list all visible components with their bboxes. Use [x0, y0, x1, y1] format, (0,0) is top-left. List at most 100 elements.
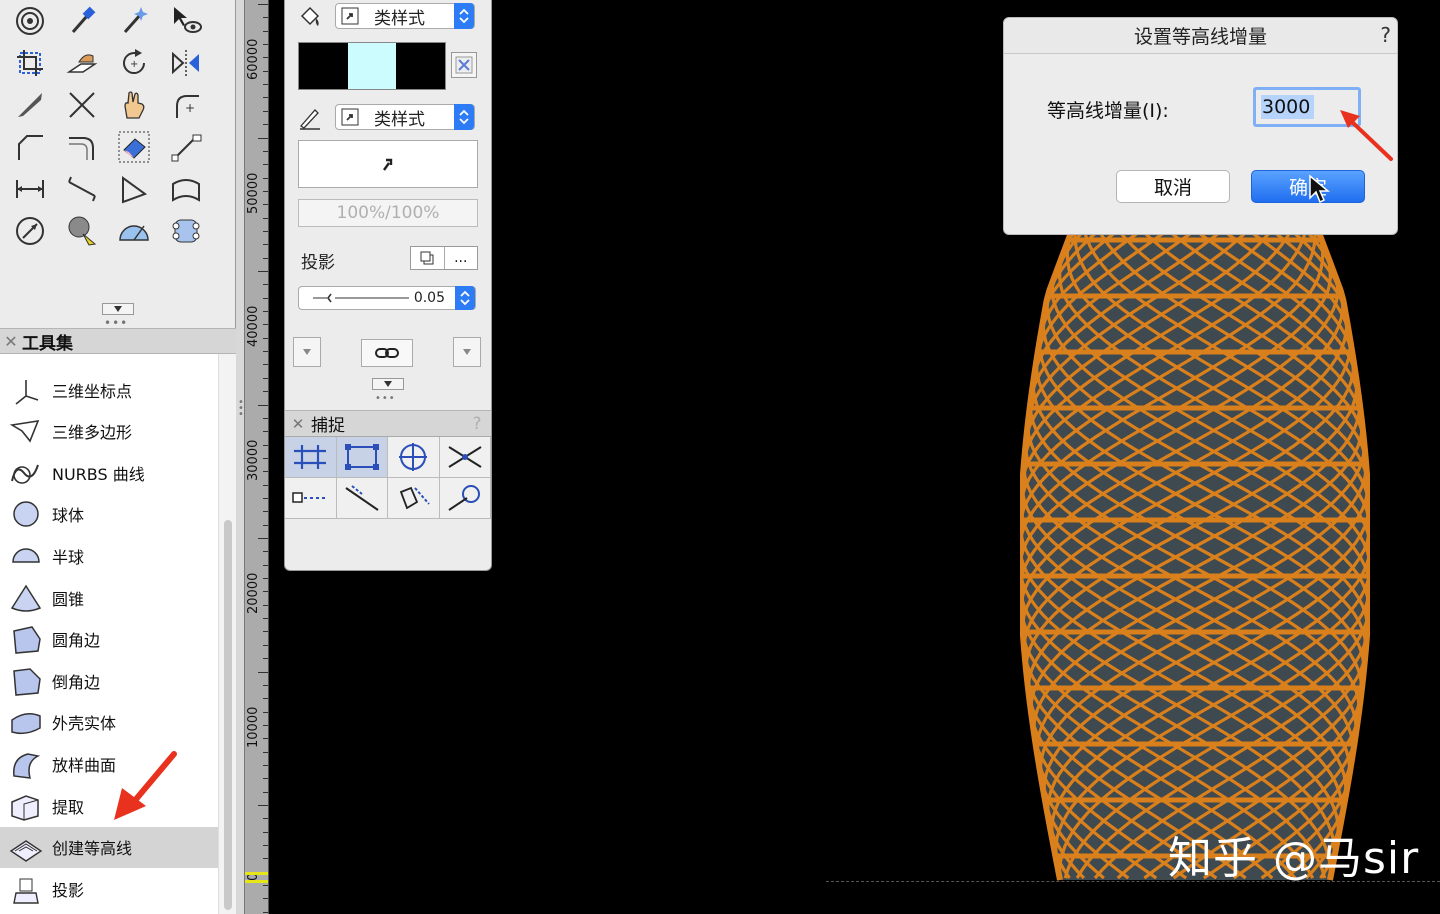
close-icon[interactable]: ✕ — [285, 415, 311, 433]
push-pull-tool[interactable] — [56, 42, 108, 84]
toolset-item[interactable]: NURBS 曲线 — [0, 452, 218, 493]
eraser-tool[interactable] — [108, 126, 160, 168]
toolset-item[interactable]: 三维多边形 — [0, 411, 218, 452]
toolset-item[interactable]: 倒角边 — [0, 660, 218, 701]
project-icon — [0, 873, 52, 905]
contour-increment-input[interactable] — [1253, 87, 1361, 127]
ruler-tick — [263, 484, 268, 486]
smart-points-button[interactable] — [285, 478, 337, 519]
mirror-tool[interactable] — [160, 42, 212, 84]
offset-tool[interactable] — [56, 126, 108, 168]
toolset-item[interactable]: 投影 — [0, 868, 218, 909]
ruler-tick — [263, 564, 268, 566]
snap-to-angle-button[interactable] — [388, 437, 440, 478]
crop-tool[interactable] — [4, 42, 56, 84]
panel-splitter[interactable]: • • • — [236, 0, 244, 914]
dimension-icon — [16, 180, 44, 198]
toolset-item[interactable]: 圆锥 — [0, 577, 218, 618]
fill-color-swatch[interactable] — [298, 42, 446, 90]
toolset-scrollbar[interactable] — [218, 354, 236, 914]
link-markers-button[interactable] — [361, 339, 413, 367]
cancel-button[interactable]: 取消 — [1116, 170, 1230, 203]
end-marker-dropdown[interactable] — [453, 337, 481, 367]
chamfer-tool[interactable] — [4, 126, 56, 168]
close-icon[interactable]: ✕ — [0, 332, 22, 351]
shadow-toggle-button[interactable] — [411, 247, 444, 269]
snap-to-object-button[interactable] — [336, 437, 388, 478]
ruler-tick — [263, 711, 268, 713]
protractor-tool[interactable] — [108, 210, 160, 252]
toolset-item[interactable]: 提取 — [0, 785, 218, 826]
tool-palette-collapse-button[interactable] — [102, 303, 134, 315]
eyedropper-tool[interactable] — [56, 0, 108, 42]
snap-to-grid-button[interactable] — [285, 437, 337, 478]
ruler-tick — [263, 351, 268, 353]
opacity-field[interactable]: 100%/100% — [298, 199, 478, 227]
toolset-item[interactable]: 放样曲面 — [0, 743, 218, 784]
radial-dimension-tool[interactable] — [4, 210, 56, 252]
line-style-preview[interactable] — [298, 140, 478, 188]
surface-snap-icon — [448, 485, 480, 511]
connect-tool[interactable] — [160, 126, 212, 168]
toolset-title: 工具集 — [22, 333, 73, 354]
snap-to-surface-button[interactable] — [439, 478, 491, 519]
toolset-item[interactable]: 三维坐标点 — [0, 369, 218, 410]
contour-increment-dialog: 设置等高线增量 ? 等高线增量(I): 取消 确定 — [1003, 17, 1398, 235]
tower-3d-model[interactable] — [1020, 230, 1370, 890]
dialog-title-bar: 设置等高线增量 ? — [1004, 18, 1397, 54]
swatch-background — [396, 43, 446, 89]
toolset-item[interactable]: 球体 — [0, 494, 218, 535]
dimension-tool[interactable] — [4, 168, 56, 210]
toolset-item[interactable]: 圆角边 — [0, 619, 218, 660]
ruler-tick — [263, 618, 268, 620]
swap-colors-button[interactable] — [451, 52, 477, 78]
attributes-collapse-button[interactable] — [372, 378, 404, 390]
help-icon[interactable]: ? — [1380, 23, 1391, 47]
toolset-item-partial[interactable] — [0, 354, 218, 365]
rotate-tool[interactable]: + — [108, 42, 160, 84]
aligned-dimension-tool[interactable] — [56, 168, 108, 210]
arc-dimension-tool[interactable] — [160, 168, 212, 210]
ruler-tick — [263, 911, 268, 913]
snap-to-intersection-button[interactable] — [439, 437, 491, 478]
ruler-tick — [263, 44, 268, 46]
tangent-snap-button[interactable] — [388, 478, 440, 519]
ruler-tick — [263, 471, 268, 473]
scrollbar-thumb[interactable] — [224, 520, 232, 910]
ruler-tick — [263, 337, 268, 339]
angle-dimension-tool[interactable] — [108, 168, 160, 210]
walkthrough-tool[interactable] — [160, 210, 212, 252]
visibility-tool[interactable] — [160, 0, 212, 42]
chevron-down-icon — [114, 306, 122, 312]
tape-measure-tool[interactable] — [56, 210, 108, 252]
3d-polygon-icon — [0, 415, 52, 447]
shadow-more-button[interactable]: ... — [443, 247, 478, 269]
toolset-item-label: 投影 — [52, 880, 85, 900]
ruler-tick — [263, 177, 268, 179]
toolset-item-label: 倒角边 — [52, 672, 101, 692]
fill-bucket-icon — [297, 4, 323, 34]
ruler-tick — [263, 57, 268, 59]
toolset-item[interactable]: 半球 — [0, 535, 218, 576]
split-tool[interactable] — [4, 84, 56, 126]
cross-lines-icon — [69, 92, 95, 118]
pen-style-popup[interactable]: 类样式 — [335, 104, 475, 130]
palette-grip[interactable]: ••• — [104, 317, 128, 329]
pan-hand-tool[interactable] — [108, 84, 160, 126]
spiral-tool[interactable] — [4, 0, 56, 42]
loft-surface-icon — [0, 748, 52, 780]
ok-button[interactable]: 确定 — [1251, 170, 1365, 203]
magic-wand-tool[interactable] — [108, 0, 160, 42]
help-icon[interactable]: ? — [463, 414, 491, 434]
fillet-tool[interactable]: + — [160, 84, 212, 126]
fill-style-popup[interactable]: 类样式 — [335, 3, 475, 29]
trim-tool[interactable] — [56, 84, 108, 126]
palette-grip[interactable]: ••• — [375, 394, 396, 404]
toolset-item[interactable]: 外壳实体 — [0, 702, 218, 743]
hemisphere-icon — [0, 540, 52, 572]
start-marker-dropdown[interactable] — [293, 337, 321, 367]
smart-edge-button[interactable] — [336, 478, 388, 519]
ruler-tick — [263, 364, 268, 366]
toolset-item[interactable]: 创建等高线 — [0, 826, 218, 868]
line-thickness-popup[interactable]: 0.05 — [298, 286, 476, 310]
